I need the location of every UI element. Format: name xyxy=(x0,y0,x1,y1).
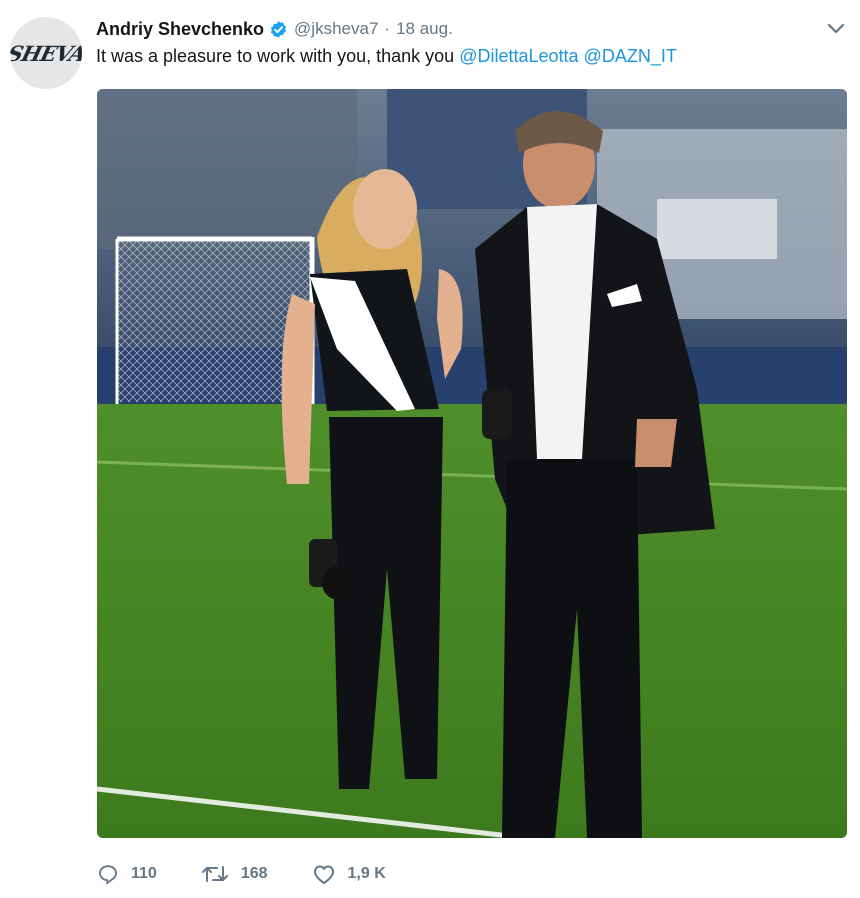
tweet-date[interactable]: 18 aug. xyxy=(396,19,453,39)
reply-icon xyxy=(99,865,117,885)
mention-link-diletta[interactable]: @DilettaLeotta xyxy=(459,46,578,66)
heart-icon xyxy=(313,865,334,884)
like-count: 1,9 K xyxy=(347,865,386,882)
tweet-text-body: It was a pleasure to work with you, than… xyxy=(96,46,460,66)
author-name[interactable]: Andriy Shevchenko xyxy=(96,19,264,40)
reply-count: 110 xyxy=(131,865,157,882)
tweet-actions: 110 168 1,9 K xyxy=(97,858,430,890)
mention-link-dazn[interactable]: @DAZN_IT xyxy=(584,46,677,66)
tweet-text: It was a pleasure to work with you, than… xyxy=(96,46,677,67)
avatar[interactable]: SHEVA xyxy=(10,17,82,89)
stadium-photo xyxy=(97,89,847,838)
reply-button[interactable]: 110 xyxy=(97,863,157,885)
author-handle[interactable]: @jksheva7 xyxy=(294,19,378,39)
retweet-icon xyxy=(201,866,228,882)
verified-badge-icon xyxy=(269,20,288,39)
chevron-down-icon[interactable] xyxy=(824,18,848,40)
retweet-button[interactable]: 168 xyxy=(201,863,268,885)
like-button[interactable]: 1,9 K xyxy=(312,863,386,885)
tweet-header: Andriy Shevchenko @jksheva7 · 18 aug. xyxy=(96,16,848,42)
avatar-logo-text: SHEVA xyxy=(10,40,82,66)
retweet-count: 168 xyxy=(240,865,268,882)
separator-dot: · xyxy=(384,19,391,38)
tweet-photo[interactable] xyxy=(97,89,847,838)
